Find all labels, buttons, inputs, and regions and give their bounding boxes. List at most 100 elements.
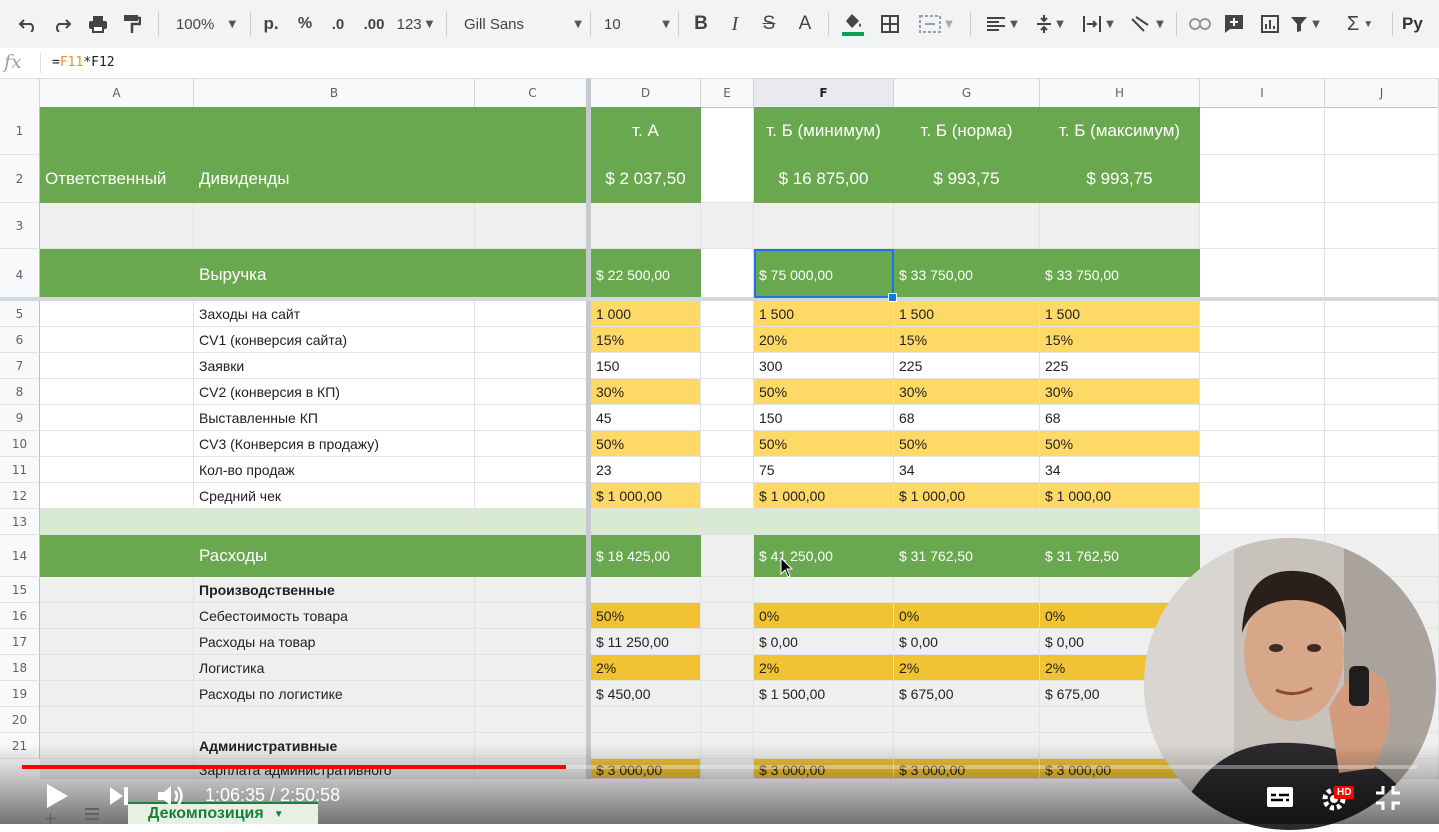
row-header-12[interactable]: 12 <box>0 483 40 509</box>
row-header-8[interactable]: 8 <box>0 379 40 405</box>
cell[interactable] <box>1325 405 1439 431</box>
zoom-select[interactable]: 100% ▼ <box>170 9 242 39</box>
cell[interactable] <box>701 483 754 509</box>
redo-icon[interactable] <box>48 9 76 39</box>
metric-value[interactable]: 50% <box>894 431 1040 457</box>
expense-label[interactable]: Логистика <box>194 655 475 681</box>
cell[interactable] <box>701 535 754 577</box>
cell[interactable] <box>754 203 894 249</box>
dividends-label[interactable]: Дивиденды <box>194 155 475 203</box>
row-header-18[interactable]: 18 <box>0 655 40 681</box>
cell[interactable] <box>701 203 754 249</box>
cell[interactable] <box>40 353 194 379</box>
column-header-g[interactable]: G <box>894 79 1040 107</box>
header-cell[interactable] <box>194 107 475 155</box>
revenue-value[interactable]: $ 33 750,00 <box>894 249 1040 301</box>
metric-value[interactable]: 50% <box>1040 431 1200 457</box>
cell[interactable] <box>1325 203 1439 249</box>
metric-value[interactable]: 15% <box>1040 327 1200 353</box>
cell[interactable] <box>1200 155 1325 203</box>
column-header-d[interactable]: D <box>591 79 701 107</box>
cell[interactable] <box>701 301 754 327</box>
font-family-select[interactable]: Gill Sans ▼ <box>458 9 582 39</box>
frozen-column-divider[interactable] <box>586 79 591 779</box>
row-header-10[interactable]: 10 <box>0 431 40 457</box>
row-header-4[interactable]: 4 <box>0 249 40 301</box>
dividends-value[interactable]: $ 2 037,50 <box>591 155 701 203</box>
cell[interactable] <box>475 249 591 301</box>
metric-value[interactable]: 150 <box>754 405 894 431</box>
expense-value[interactable]: $ 11 250,00 <box>591 629 701 655</box>
italic-icon[interactable]: I <box>722 9 748 39</box>
revenue-value[interactable]: $ 22 500,00 <box>591 249 701 301</box>
frozen-row-divider[interactable] <box>0 297 1439 301</box>
cell[interactable] <box>40 629 194 655</box>
cell[interactable] <box>40 603 194 629</box>
metric-value[interactable]: $ 1 000,00 <box>1040 483 1200 509</box>
cell[interactable] <box>475 457 591 483</box>
cell[interactable] <box>754 509 894 535</box>
next-video-icon[interactable] <box>108 785 130 811</box>
row-header-15[interactable]: 15 <box>0 577 40 603</box>
row-header-5[interactable]: 5 <box>0 301 40 327</box>
metric-label[interactable]: Заходы на сайт <box>194 301 475 327</box>
cell[interactable] <box>1325 431 1439 457</box>
expense-value[interactable]: 0% <box>754 603 894 629</box>
metric-value[interactable]: $ 1 000,00 <box>894 483 1040 509</box>
expense-value[interactable]: 2% <box>894 655 1040 681</box>
functions-icon[interactable]: Σ ▼ <box>1340 9 1380 39</box>
cell[interactable] <box>1040 203 1200 249</box>
column-header-h[interactable]: H <box>1040 79 1200 107</box>
cell[interactable] <box>701 457 754 483</box>
expense-value[interactable]: 0% <box>894 603 1040 629</box>
row-header-3[interactable]: 3 <box>0 203 40 249</box>
cell[interactable] <box>1325 483 1439 509</box>
cell[interactable] <box>40 509 194 535</box>
text-wrapping-icon[interactable]: ▼ <box>1078 9 1118 39</box>
cell[interactable] <box>701 603 754 629</box>
cell[interactable] <box>475 681 591 707</box>
cell[interactable] <box>701 379 754 405</box>
row-header-17[interactable]: 17 <box>0 629 40 655</box>
percent-format-button[interactable]: % <box>292 9 318 39</box>
cell[interactable] <box>40 577 194 603</box>
cell[interactable] <box>40 301 194 327</box>
cell[interactable] <box>591 203 701 249</box>
expense-label[interactable]: Расходы по логистике <box>194 681 475 707</box>
expense-value[interactable] <box>591 707 701 733</box>
column-header-i[interactable]: I <box>1200 79 1325 107</box>
cell[interactable] <box>1200 301 1325 327</box>
fill-handle[interactable] <box>888 293 897 302</box>
expense-label[interactable] <box>194 707 475 733</box>
borders-icon[interactable] <box>876 9 904 39</box>
metric-value[interactable]: 45 <box>591 405 701 431</box>
cell[interactable] <box>1325 301 1439 327</box>
expenses-value[interactable]: $ 41 250,00 <box>754 535 894 577</box>
header-cell[interactable] <box>40 107 194 155</box>
row-header-13[interactable]: 13 <box>0 509 40 535</box>
play-icon[interactable] <box>44 782 70 814</box>
expense-value[interactable] <box>894 707 1040 733</box>
row-header-19[interactable]: 19 <box>0 681 40 707</box>
paint-format-icon[interactable] <box>118 9 146 39</box>
filter-icon[interactable]: ▼ <box>1290 9 1320 39</box>
metric-label[interactable]: CV2 (конверсия в КП) <box>194 379 475 405</box>
cell[interactable] <box>40 535 194 577</box>
metric-value[interactable]: 30% <box>591 379 701 405</box>
cell[interactable] <box>1325 353 1439 379</box>
cell[interactable] <box>475 629 591 655</box>
cell[interactable] <box>701 431 754 457</box>
expense-value[interactable]: $ 1 500,00 <box>754 681 894 707</box>
row-header-6[interactable]: 6 <box>0 327 40 353</box>
horizontal-align-icon[interactable]: ▼ <box>982 9 1022 39</box>
column-header-j[interactable]: J <box>1325 79 1439 107</box>
cell[interactable] <box>475 203 591 249</box>
expense-value[interactable]: $ 675,00 <box>894 681 1040 707</box>
cell[interactable] <box>475 301 591 327</box>
vertical-align-icon[interactable]: ▼ <box>1030 9 1070 39</box>
metric-value[interactable]: 1 500 <box>754 301 894 327</box>
exit-fullscreen-icon[interactable] <box>1374 784 1402 816</box>
expenses-label[interactable]: Расходы <box>194 535 475 577</box>
expenses-value[interactable]: $ 18 425,00 <box>591 535 701 577</box>
cell[interactable] <box>701 353 754 379</box>
